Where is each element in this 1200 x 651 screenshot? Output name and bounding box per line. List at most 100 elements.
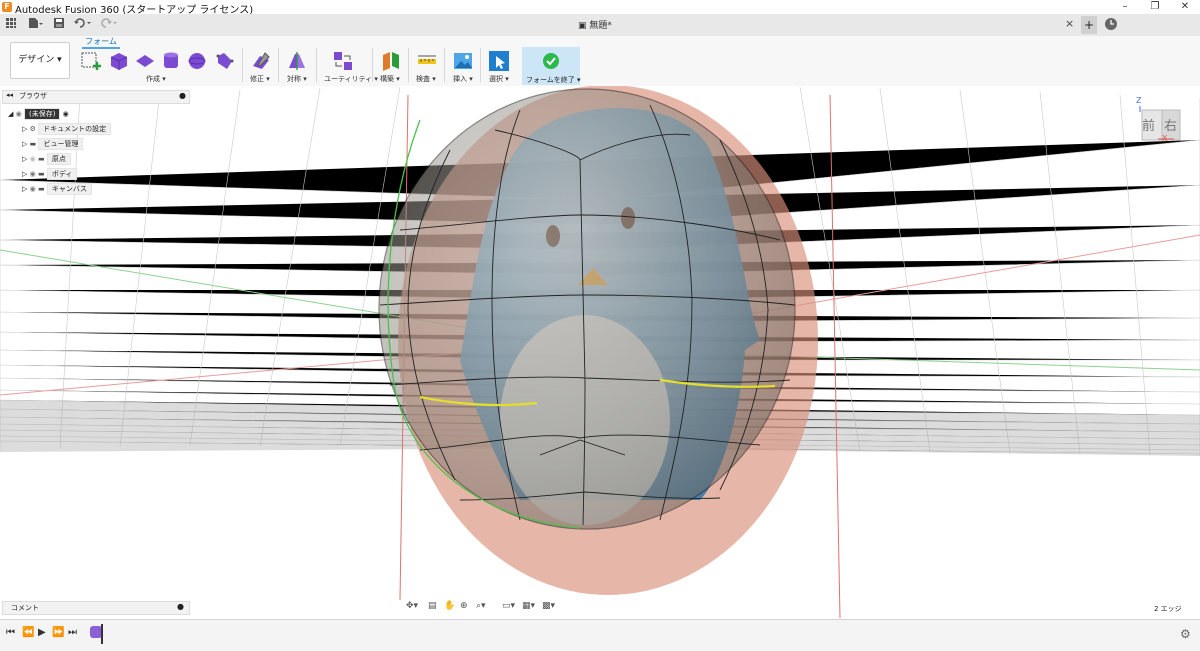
- step-forward-icon[interactable]: ⏩: [52, 627, 64, 638]
- inspect-group-label[interactable]: 検査 ▾: [416, 74, 436, 84]
- sphere-icon[interactable]: [186, 50, 208, 70]
- browser-item-label[interactable]: ドキュメントの設定: [38, 123, 112, 135]
- file-icon[interactable]: [26, 17, 44, 33]
- browser-title: ブラウザ: [19, 92, 47, 100]
- expand-arrow-icon[interactable]: ▷: [22, 170, 27, 178]
- box-icon[interactable]: [108, 50, 130, 70]
- quadball-icon[interactable]: [214, 50, 236, 70]
- gear-icon: ⚙: [29, 125, 36, 133]
- browser-root[interactable]: ◢ ◉ (未保存) ◉: [8, 108, 69, 121]
- comments-panel[interactable]: コメント ●: [2, 601, 190, 615]
- cylinder-icon[interactable]: [160, 50, 182, 70]
- collapse-browser-icon[interactable]: ◂◂: [6, 91, 13, 99]
- activate-radio-icon[interactable]: ◉: [63, 110, 69, 118]
- modify-icon[interactable]: [250, 50, 272, 70]
- browser-pin-icon[interactable]: ●: [179, 91, 186, 100]
- plane-icon[interactable]: [134, 50, 156, 70]
- construct-icon[interactable]: [380, 50, 402, 71]
- selection-status: 2 エッジ: [1154, 605, 1182, 613]
- modify-group-label[interactable]: 修正 ▾: [250, 74, 270, 84]
- undo-icon[interactable]: [72, 17, 94, 33]
- look-at-icon[interactable]: ▤: [428, 601, 437, 611]
- go-to-end-icon[interactable]: ⏭: [68, 627, 77, 638]
- toolbar-divider: [316, 48, 317, 82]
- 3d-viewport[interactable]: [0, 86, 1200, 619]
- browser-item-label[interactable]: 原点: [46, 153, 71, 165]
- insert-image-icon[interactable]: [452, 50, 474, 70]
- document-icon: ▣: [578, 21, 590, 31]
- comments-pin-icon[interactable]: ●: [177, 602, 184, 611]
- browser-item-label[interactable]: ビュー管理: [38, 138, 84, 150]
- browser-item[interactable]: ▷ ◉ ▬ 原点: [22, 153, 71, 166]
- expand-arrow-icon[interactable]: ▷: [22, 155, 27, 163]
- create-group-label[interactable]: 作成 ▾: [146, 74, 166, 84]
- expand-arrow-icon[interactable]: ▷: [22, 185, 27, 193]
- document-title: 無題*: [589, 21, 612, 31]
- zoom-icon[interactable]: ⊕: [460, 601, 468, 611]
- comments-label: コメント: [11, 604, 39, 612]
- view-cube[interactable]: 前 右 Z X: [1136, 96, 1182, 144]
- browser-item-label[interactable]: キャンバス: [46, 183, 92, 195]
- symmetry-group-label[interactable]: 対称 ▾: [287, 74, 307, 84]
- pan-icon[interactable]: ✋: [444, 601, 455, 611]
- redo-icon[interactable]: [98, 17, 120, 33]
- utilities-group-label[interactable]: ユーティリティ ▾: [324, 74, 378, 84]
- viewports-icon[interactable]: ▩▾: [542, 601, 555, 611]
- root-component-label[interactable]: (未保存): [23, 108, 61, 120]
- symmetry-icon[interactable]: [286, 50, 308, 70]
- finish-form-label: フォームを終了 ▾: [526, 76, 581, 84]
- select-icon[interactable]: [488, 50, 510, 71]
- expand-arrow-icon[interactable]: ▷: [22, 140, 27, 148]
- toolbar-divider: [372, 48, 373, 82]
- play-icon[interactable]: ▶: [38, 627, 46, 638]
- select-group-label[interactable]: 選択 ▾: [489, 74, 509, 84]
- visibility-eye-icon[interactable]: ◉: [30, 185, 36, 193]
- construct-group-label[interactable]: 構築 ▾: [380, 74, 400, 84]
- fusion-logo-icon: F: [2, 2, 12, 12]
- document-tab[interactable]: ▣ 無題*: [578, 18, 612, 31]
- create-box-sketch-icon[interactable]: [80, 50, 102, 70]
- zoom-window-icon[interactable]: ⌕▾: [476, 601, 486, 611]
- browser-item[interactable]: ▷ ◉ ▬ キャンバス: [22, 183, 92, 196]
- x-axis-label: X: [1162, 134, 1168, 143]
- browser-item[interactable]: ▷ ▬ ビュー管理: [22, 138, 84, 151]
- close-window-button[interactable]: ✕: [1170, 0, 1200, 14]
- finish-form-button[interactable]: フォームを終了 ▾: [522, 47, 581, 85]
- new-tab-button[interactable]: +: [1081, 16, 1097, 34]
- folder-icon: ▬: [37, 170, 45, 178]
- close-tab-button[interactable]: ×: [1065, 17, 1074, 30]
- measure-icon[interactable]: [416, 50, 438, 70]
- job-status-icon[interactable]: [1104, 17, 1118, 34]
- display-settings-icon[interactable]: ▭▾: [502, 601, 515, 611]
- save-icon[interactable]: [52, 17, 66, 33]
- toolbar-divider: [242, 48, 243, 82]
- minimize-button[interactable]: –: [1110, 0, 1140, 14]
- visibility-eye-icon[interactable]: ◉: [30, 155, 36, 163]
- timeline-settings-gear-icon[interactable]: ⚙: [1180, 627, 1191, 641]
- insert-group-label[interactable]: 挿入 ▾: [453, 74, 473, 84]
- timeline-marker[interactable]: [101, 624, 103, 644]
- expand-arrow-icon[interactable]: ▷: [22, 125, 27, 133]
- view-cube-front-label[interactable]: 前: [1142, 115, 1155, 134]
- utilities-icon[interactable]: [332, 50, 354, 70]
- visibility-eye-icon[interactable]: ◉: [16, 110, 22, 118]
- toolbar-divider: [408, 48, 409, 82]
- grid-snaps-icon[interactable]: ▦▾: [522, 601, 535, 611]
- visibility-eye-icon[interactable]: ◉: [30, 170, 36, 178]
- timeline-bar: [0, 619, 1200, 651]
- view-cube-right-label[interactable]: 右: [1164, 115, 1177, 134]
- tab-form[interactable]: フォーム: [82, 37, 120, 49]
- browser-item-label[interactable]: ボディ: [46, 168, 78, 180]
- browser-item[interactable]: ▷ ⚙ ドキュメントの設定: [22, 123, 112, 136]
- browser-item[interactable]: ▷ ◉ ▬ ボディ: [22, 168, 78, 181]
- orbit-icon[interactable]: ✥▾: [406, 601, 418, 611]
- expand-arrow-icon[interactable]: ◢: [8, 110, 13, 118]
- workspace-switcher[interactable]: デザイン ▾: [10, 42, 70, 79]
- step-back-icon[interactable]: ⏪: [22, 627, 34, 638]
- apps-grid-icon[interactable]: [4, 17, 18, 33]
- title-bar: F Autodesk Fusion 360 (スタートアップ ライセンス) – …: [0, 0, 1200, 16]
- maximize-button[interactable]: ❐: [1140, 0, 1170, 14]
- folder-icon: ▬: [29, 140, 37, 148]
- go-to-start-icon[interactable]: ⏮: [6, 627, 15, 638]
- browser-header[interactable]: ◂◂ ブラウザ ●: [2, 90, 190, 104]
